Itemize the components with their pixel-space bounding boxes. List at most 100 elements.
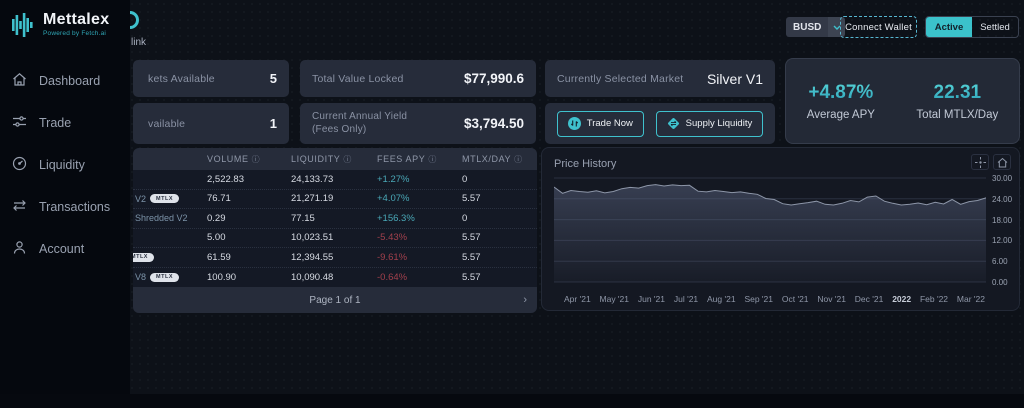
annual-yield-card: Current Annual Yield (Fees Only) $3,794.…: [300, 103, 536, 144]
next-page-chevron-icon[interactable]: ›: [523, 294, 527, 306]
info-icon[interactable]: ⓘ: [252, 154, 261, 165]
average-apy-label: Average APY: [807, 109, 875, 121]
liquidity-cell: 24,133.73: [291, 174, 377, 185]
chart-x-axis: Apr '21May '21Jun '21Jul '21Aug '21Sep '…: [564, 294, 985, 304]
markets-table: VOLUMEⓘLIQUIDITYⓘFEES APYⓘMTLX/DAYⓘ 2,52…: [133, 148, 537, 313]
sidebar-item-trade[interactable]: Trade: [12, 112, 130, 134]
volume-cell: 0.29: [207, 213, 291, 224]
toggle-active[interactable]: Active: [926, 17, 972, 37]
annual-yield-label-line2: (Fees Only): [312, 124, 366, 135]
apy-summary-card: +4.87% Average APY 22.31 Total MTLX/Day: [785, 58, 1020, 144]
home-icon: [12, 72, 27, 90]
y-tick-label: 6.00: [992, 257, 1008, 266]
y-tick-label: 30.00: [992, 174, 1012, 183]
connect-wallet-button[interactable]: Connect Wallet: [840, 16, 917, 38]
volume-cell: 61.59: [207, 252, 291, 263]
active-settled-toggle: Active Settled: [925, 16, 1019, 38]
liquidity-cell: 12,394.55: [291, 252, 377, 263]
liquidity-cell: 10,023.51: [291, 232, 377, 243]
sidebar-item-label: Dashboard: [39, 74, 100, 88]
actions-card: Trade Now Supply Liquidity: [545, 103, 775, 144]
brand-tagline: Powered by Fetch.ai: [43, 31, 109, 38]
logo-bars-icon: [12, 12, 36, 38]
toggle-settled[interactable]: Settled: [972, 17, 1018, 37]
chart-modebar: [971, 154, 1011, 170]
table-row[interactable]: Shredded V20.2977.15+156.3%0: [133, 209, 537, 229]
currency-value: BUSD: [786, 17, 828, 37]
trade-now-button[interactable]: Trade Now: [557, 111, 644, 137]
mtlx-day-cell: 5.57: [462, 232, 537, 243]
sidebar-item-liquidity[interactable]: Liquidity: [12, 154, 130, 176]
column-header-liquidity: LIQUIDITYⓘ: [291, 154, 377, 165]
tvl-value: $77,990.6: [464, 71, 524, 86]
y-tick-label: 12.00: [992, 236, 1012, 245]
markets-available-card: kets Available 5: [133, 60, 289, 97]
sidebar-item-label: Account: [39, 242, 84, 256]
x-tick-label: Mar '22: [957, 294, 985, 304]
fees-apy-cell: +156.3%: [377, 213, 462, 224]
table-body: 2,522.8324,133.73+1.27%0V2MTLX76.7121,27…: [133, 170, 537, 287]
x-tick-label: Apr '21: [564, 294, 591, 304]
volume-cell: 2,522.83: [207, 174, 291, 185]
supply-liquidity-label: Supply Liquidity: [686, 118, 753, 129]
table-footer: Page 1 of 1 ›: [133, 287, 537, 313]
currency-select[interactable]: BUSD: [786, 17, 845, 37]
table-row[interactable]: V8MTLX100.9010,090.48-0.64%5.57: [133, 268, 537, 288]
person-icon: [12, 240, 27, 258]
liquidity-diamond-icon: [667, 117, 680, 130]
liquidity-cell: 10,090.48: [291, 272, 377, 283]
x-tick-label: Dec '21: [855, 294, 884, 304]
table-row[interactable]: V2MTLX76.7121,271.19+4.07%5.57: [133, 190, 537, 210]
markets-available-value: 5: [270, 71, 277, 86]
price-history-card: Price History 30.0024.0018.0012.006.000.…: [541, 147, 1020, 311]
table-row[interactable]: 5.0010,023.51-5.43%5.57: [133, 229, 537, 249]
crosshair-icon[interactable]: [971, 154, 989, 170]
mtlx-day-cell: 5.57: [462, 272, 537, 283]
total-mtlx-label: Total MTLX/Day: [916, 109, 998, 121]
market-name-cell: V2MTLX: [133, 194, 207, 204]
column-header-mtlx-day: MTLX/DAYⓘ: [462, 154, 537, 165]
sidebar-item-transactions[interactable]: Transactions: [12, 196, 130, 218]
x-tick-label: 2022: [892, 294, 911, 304]
column-header-volume: VOLUMEⓘ: [207, 154, 291, 165]
chart-title: Price History: [554, 158, 616, 170]
table-row[interactable]: MTLX61.5912,394.55-9.61%5.57: [133, 248, 537, 268]
selected-market-label: Currently Selected Market: [557, 73, 683, 85]
supply-liquidity-button[interactable]: Supply Liquidity: [656, 111, 764, 137]
trade-circle-icon: [568, 117, 581, 130]
info-icon[interactable]: ⓘ: [343, 154, 352, 165]
sidebar-item-account[interactable]: Account: [12, 238, 130, 260]
tvl-card: Total Value Locked $77,990.6: [300, 60, 536, 97]
info-icon[interactable]: ⓘ: [514, 154, 523, 165]
mtlx-day-cell: 0: [462, 213, 537, 224]
sliders-icon: [12, 114, 27, 132]
x-tick-label: Jun '21: [638, 294, 665, 304]
home-reset-icon[interactable]: [993, 154, 1011, 170]
fees-apy-cell: +4.07%: [377, 193, 462, 204]
info-icon[interactable]: ⓘ: [428, 154, 437, 165]
annual-yield-value: $3,794.50: [464, 116, 524, 131]
y-tick-label: 24.00: [992, 195, 1012, 204]
annual-yield-label-line1: Current Annual Yield: [312, 111, 407, 122]
mtlx-badge: MTLX: [133, 253, 154, 262]
x-tick-label: Feb '22: [920, 294, 948, 304]
swap-arrows-icon: [12, 198, 27, 216]
sidebar-item-label: Trade: [39, 116, 71, 130]
x-tick-label: Aug '21: [707, 294, 736, 304]
volume-cell: 100.90: [207, 272, 291, 283]
market-name-cell: MTLX: [133, 253, 207, 262]
available-value: 1: [270, 116, 277, 131]
gauge-icon: [12, 156, 27, 174]
x-tick-label: Nov '21: [817, 294, 846, 304]
y-tick-label: 0.00: [992, 278, 1008, 287]
chart-plot[interactable]: [554, 174, 986, 288]
fees-apy-cell: -5.43%: [377, 232, 462, 243]
mtlx-day-cell: 5.57: [462, 193, 537, 204]
available-card: vailable 1: [133, 103, 289, 144]
table-row[interactable]: 2,522.8324,133.73+1.27%0: [133, 170, 537, 190]
sidebar-item-label: Liquidity: [39, 158, 85, 172]
market-name-clipped: link: [131, 37, 146, 48]
sidebar-item-dashboard[interactable]: Dashboard: [12, 70, 130, 92]
selected-market-card: Currently Selected Market Silver V1: [545, 60, 775, 97]
markets-available-label: kets Available: [145, 73, 215, 85]
